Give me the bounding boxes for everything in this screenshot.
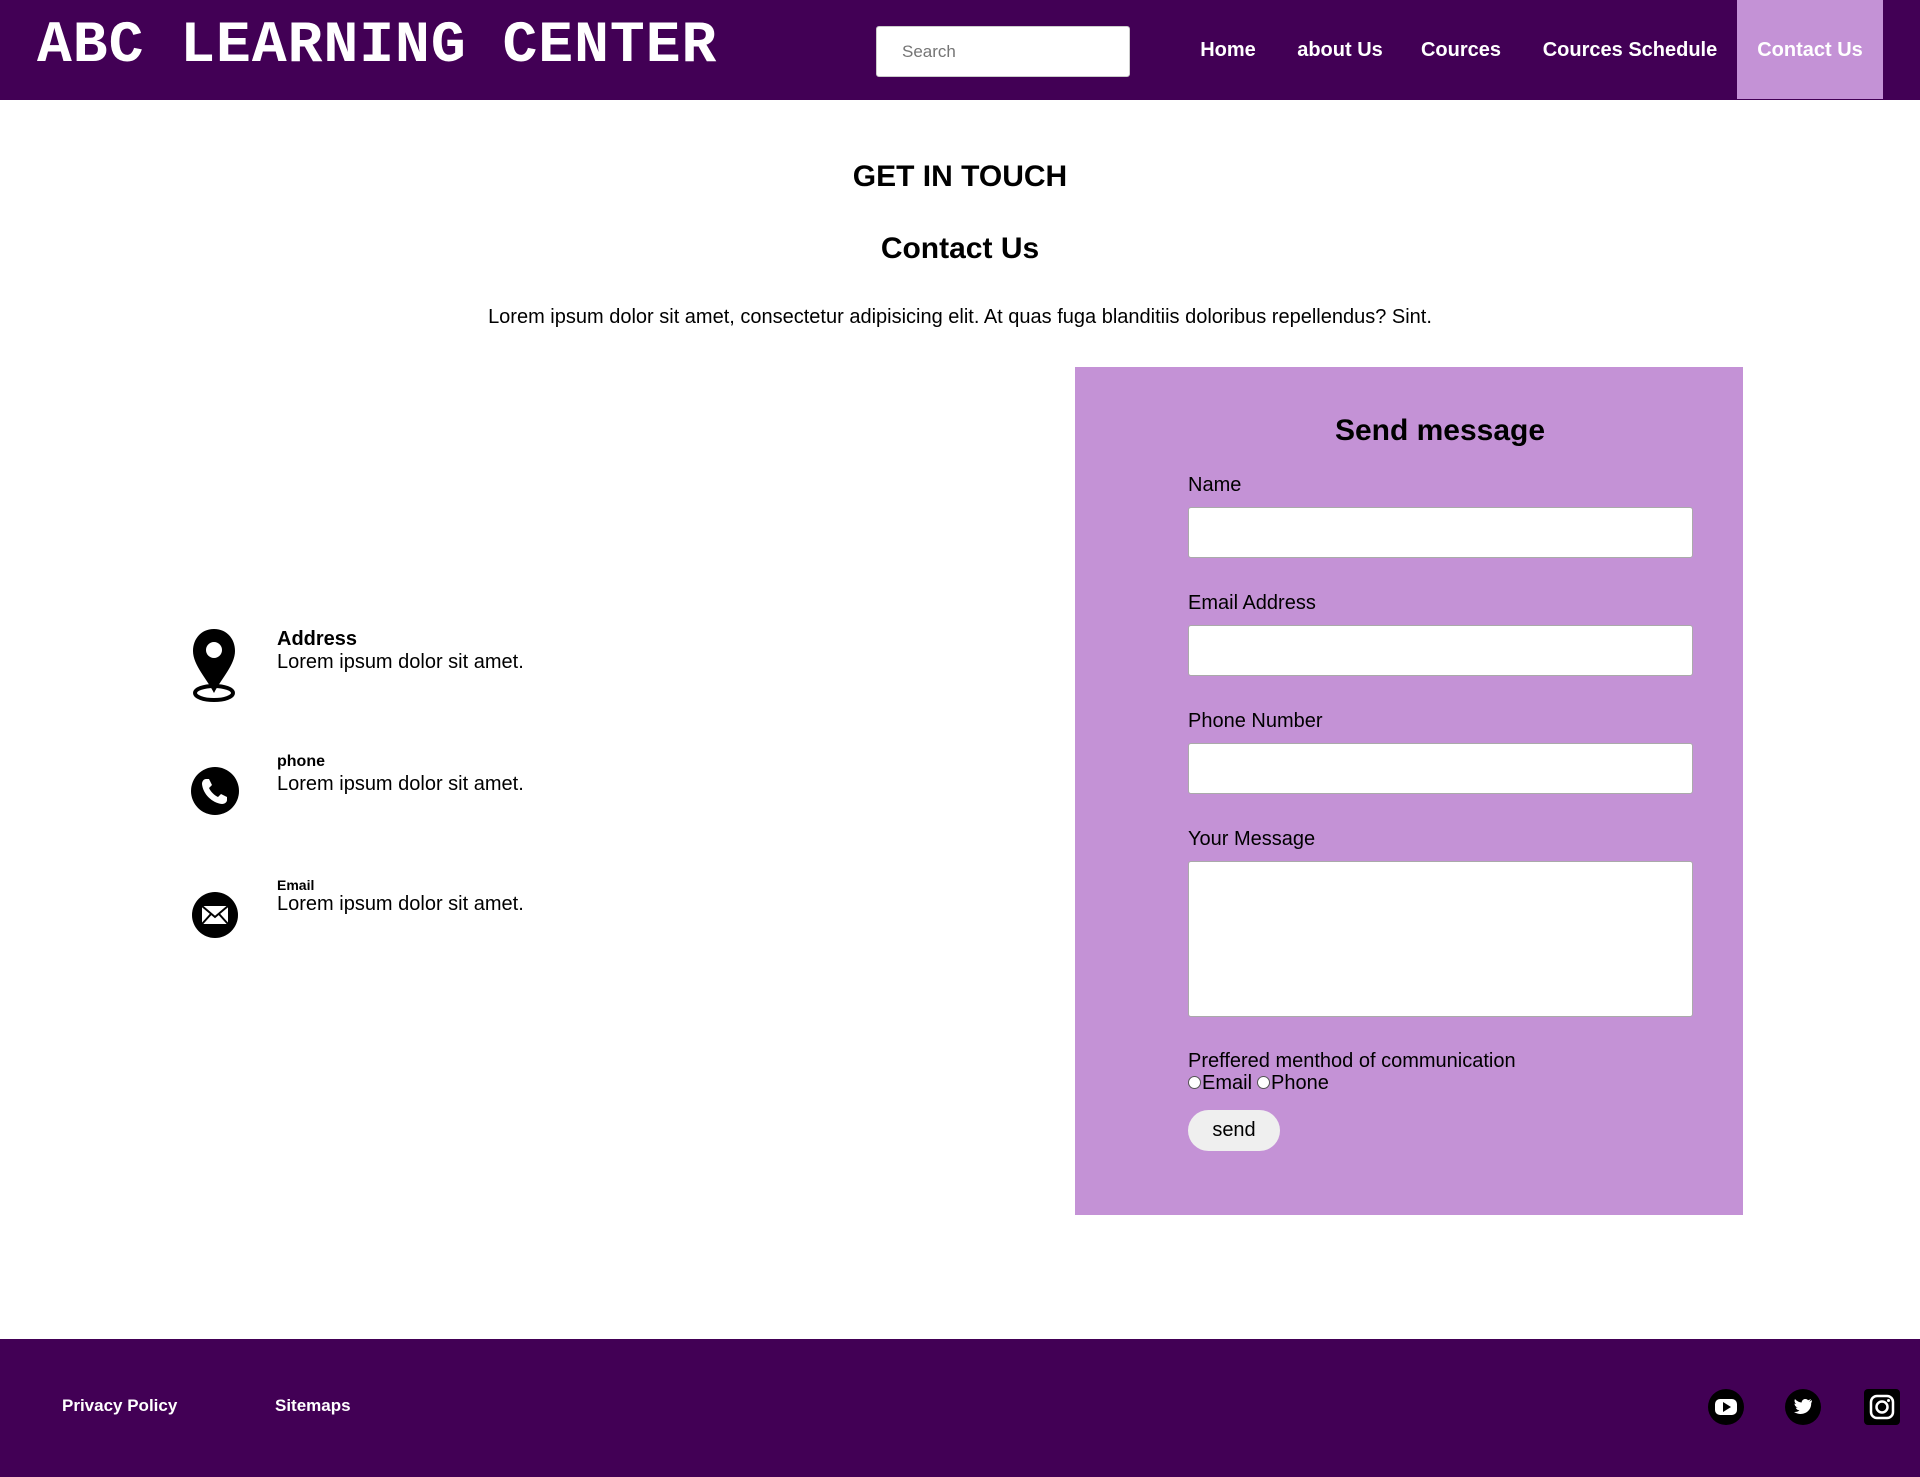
send-button[interactable]: send [1188, 1110, 1280, 1151]
info-email-title: Email [277, 877, 315, 893]
preferred-method-label: Preffered menthod of communication [1188, 1050, 1516, 1072]
info-address-title: Address [277, 628, 358, 650]
site-logo[interactable]: ABC LEARNING CENTER [37, 14, 717, 79]
nav-contact-us[interactable]: Contact Us [1737, 0, 1883, 99]
phone-number-label: Phone Number [1188, 710, 1323, 732]
nav-cources-schedule[interactable]: Cources Schedule [1530, 0, 1730, 100]
page-title: Contact Us [880, 232, 1040, 265]
phone-icon [191, 767, 239, 815]
name-label: Name [1188, 474, 1242, 496]
intro-text: Lorem ipsum dolor sit amet, consectetur … [488, 306, 1432, 328]
nav-about-us[interactable]: about Us [1290, 0, 1390, 100]
email-radio-label: Email [1202, 1072, 1253, 1094]
preferred-method-options: Email Phone [1188, 1072, 1329, 1095]
info-phone-text: Lorem ipsum dolor sit amet. [277, 773, 524, 795]
sitemaps-link[interactable]: Sitemaps [275, 1396, 351, 1416]
section-kicker: GET IN TOUCH [852, 160, 1068, 193]
search-input[interactable] [876, 26, 1130, 77]
phone-field[interactable] [1188, 743, 1693, 794]
twitter-icon[interactable] [1784, 1388, 1822, 1426]
info-phone-title: phone [277, 753, 325, 770]
phone-radio-label: Phone [1271, 1072, 1329, 1094]
instagram-icon[interactable] [1863, 1388, 1901, 1426]
email-address-label: Email Address [1188, 592, 1316, 614]
nav-cources[interactable]: Cources [1414, 0, 1508, 100]
email-field[interactable] [1188, 625, 1693, 676]
privacy-policy-link[interactable]: Privacy Policy [62, 1396, 177, 1416]
location-pin-icon [193, 629, 235, 702]
email-radio[interactable] [1188, 1076, 1201, 1089]
message-label: Your Message [1188, 828, 1316, 850]
message-textarea[interactable] [1188, 861, 1693, 1017]
nav-home[interactable]: Home [1188, 0, 1268, 100]
phone-radio[interactable] [1257, 1076, 1271, 1089]
form-title: Send message [1334, 414, 1546, 447]
email-icon [192, 892, 238, 938]
info-email-text: Lorem ipsum dolor sit amet. [277, 893, 524, 915]
info-address-text: Lorem ipsum dolor sit amet. [277, 651, 524, 673]
name-field[interactable] [1188, 507, 1693, 558]
youtube-icon[interactable] [1707, 1388, 1745, 1426]
